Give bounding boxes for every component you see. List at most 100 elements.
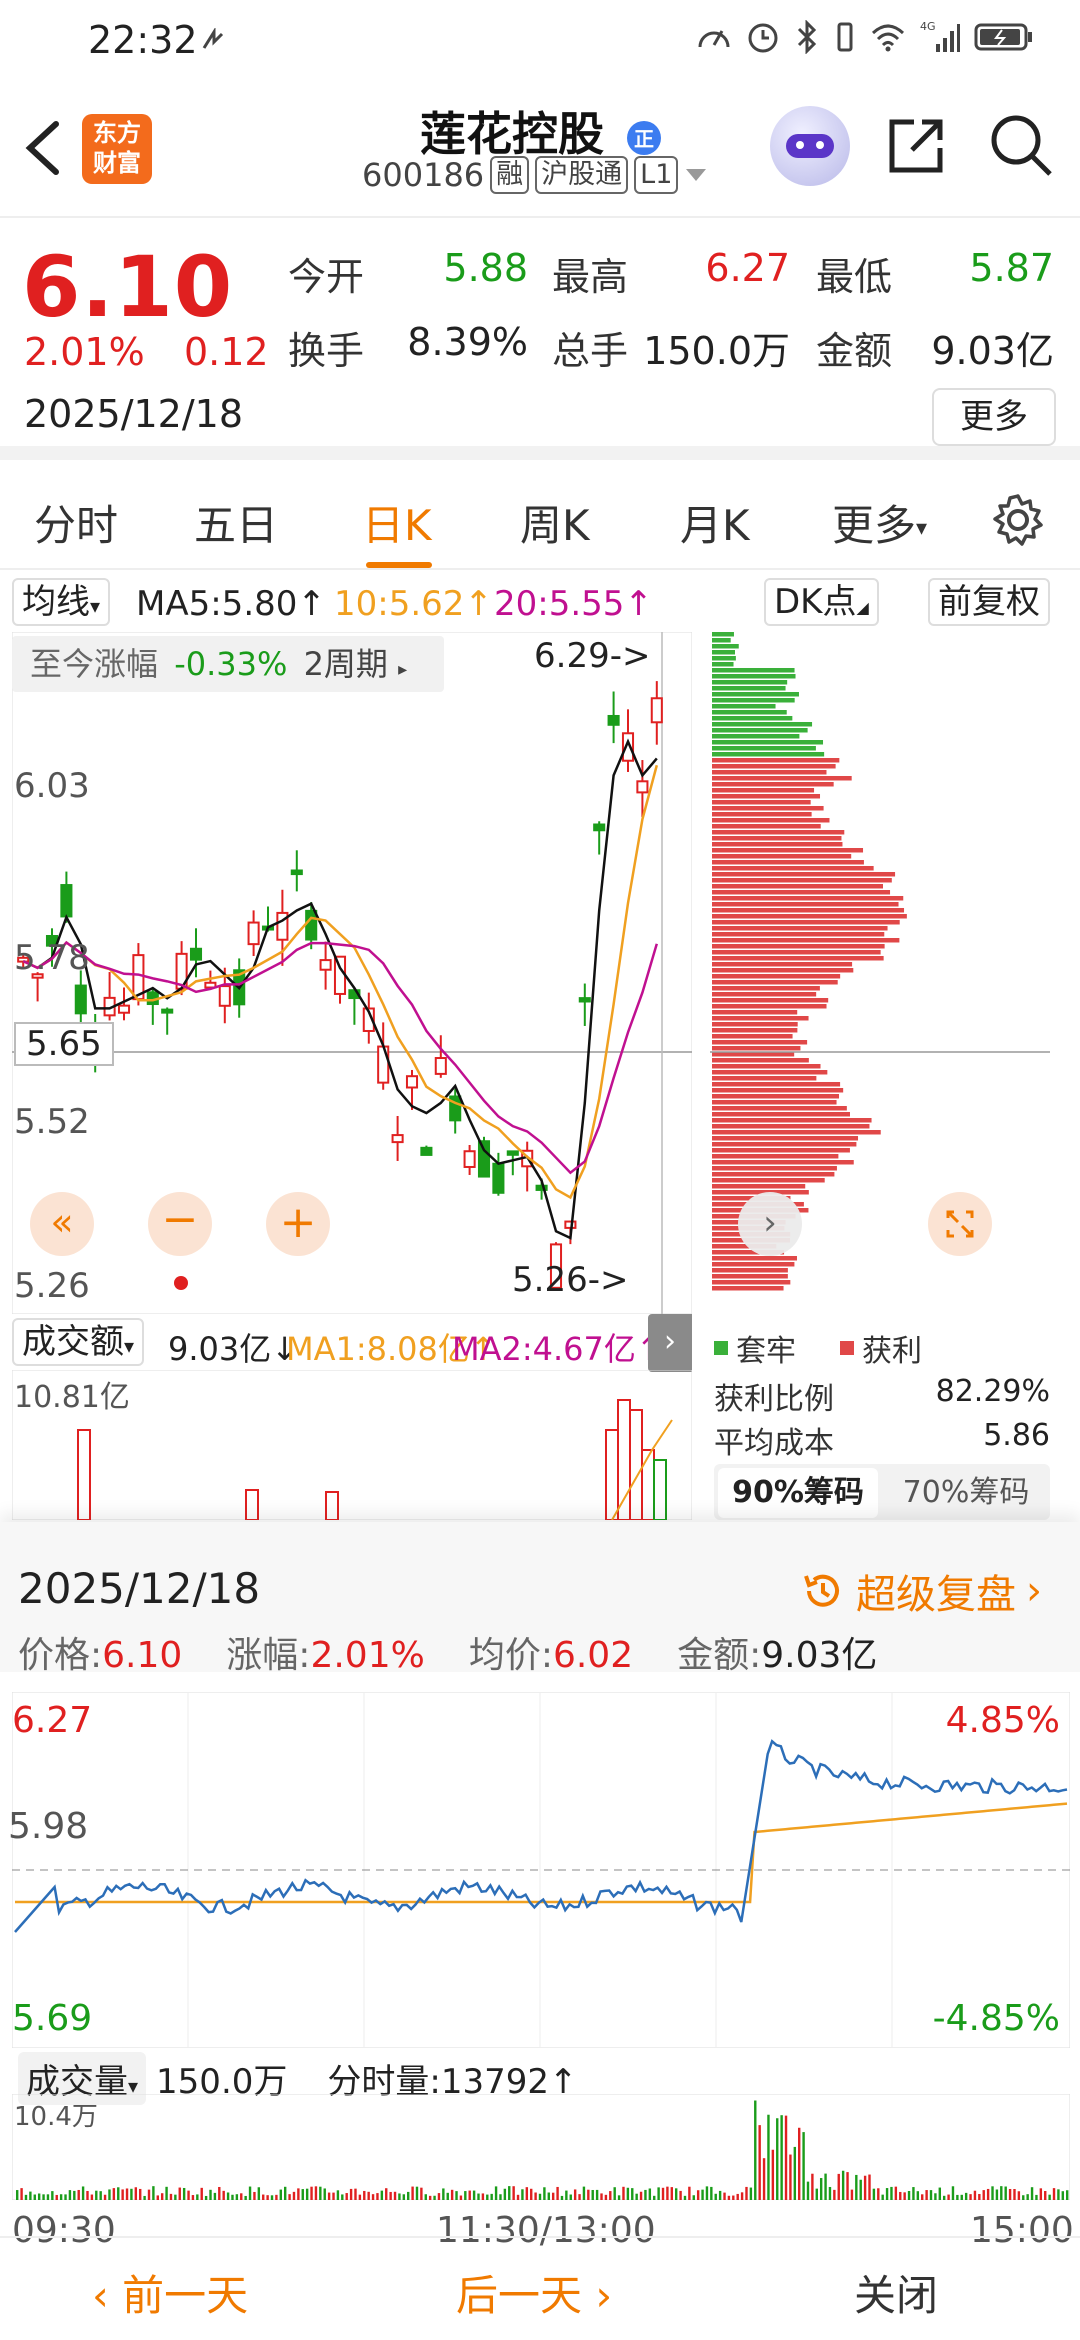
scroll-left-button[interactable]: «: [30, 1192, 94, 1256]
range-change-box[interactable]: 至今涨幅 -0.33% 2周期 ▸: [12, 636, 444, 692]
intraday-volume-bar: [305, 2188, 309, 2200]
chip-bar: [712, 1088, 844, 1093]
share-icon[interactable]: [884, 114, 948, 178]
intraday-volume-frame: [11, 2093, 1071, 2201]
intraday-volume-bar: [670, 2187, 674, 2200]
chip-bar: [712, 950, 881, 955]
adjust-button[interactable]: 前复权: [928, 578, 1050, 626]
chip-tab-90[interactable]: 90%筹码: [718, 1468, 878, 1518]
volume-amount-text: 9.03亿: [168, 1330, 272, 1368]
intraday-volume-bar: [319, 2186, 322, 2200]
intraday-volume-bar: [1008, 2188, 1012, 2200]
legend-profit-text: 获利: [862, 1334, 922, 1369]
intraday-volume-bar: [771, 2149, 775, 2200]
intraday-volume-bar: [837, 2173, 840, 2200]
y-label-5-26: 5.26: [14, 1266, 90, 1306]
intraday-pct-low-label: -4.85%: [932, 1998, 1060, 2039]
ma-selector[interactable]: 均线▾: [12, 578, 111, 626]
tab-weekly-k[interactable]: 周K: [520, 492, 590, 553]
candle-body: [391, 1134, 404, 1144]
tab-five-day[interactable]: 五日: [194, 492, 278, 553]
intraday-volume-bar: [468, 2190, 471, 2200]
intraday-volume-bar: [885, 2188, 889, 2200]
chip-bar: [712, 866, 874, 871]
tab-monthly-k[interactable]: 月K: [680, 492, 750, 553]
chip-bar: [712, 800, 811, 805]
intraday-volume-bar: [152, 2186, 155, 2200]
chip-bar: [712, 632, 734, 637]
close-button[interactable]: 关闭: [854, 2262, 938, 2323]
volume-bar: [629, 1409, 643, 1520]
zoom-out-button[interactable]: −: [148, 1192, 212, 1256]
intraday-volume-bar: [407, 2191, 410, 2200]
prev-day-button[interactable]: ‹ 前一天: [92, 2262, 248, 2323]
back-icon[interactable]: [20, 118, 64, 178]
intraday-volume-bar: [776, 2118, 779, 2200]
more-button[interactable]: 更多: [932, 388, 1056, 446]
chip-bar: [712, 1022, 798, 1027]
legend-trapped-text: 套牢: [736, 1334, 796, 1369]
chip-tab-70[interactable]: 70%筹码: [886, 1468, 1046, 1518]
intraday-volume-bar: [780, 2115, 783, 2200]
tab-more-arrow-icon: ▾: [916, 516, 928, 541]
intraday-volume-bar: [903, 2192, 906, 2200]
chip-bar: [712, 1124, 870, 1129]
intraday-volume-bar: [907, 2190, 911, 2200]
chip-bar: [712, 914, 907, 919]
intraday-volume-bar: [973, 2190, 977, 2200]
chip-bar: [712, 818, 830, 823]
expand-panel-arrow[interactable]: ›: [648, 1314, 692, 1372]
intraday-volume-bar: [710, 2186, 713, 2200]
intraday-volume-bar: [991, 2186, 994, 2200]
next-day-button[interactable]: 后一天 ›: [456, 2262, 612, 2323]
intraday-volume-bar: [332, 2192, 335, 2200]
intraday-chart[interactable]: 6.27 5.98 5.69 4.85% -4.85%: [8, 1691, 1071, 2049]
title-bar: 东方 财富 莲花控股 正 600186 融 沪股通 L1: [0, 84, 1080, 218]
super-review-link[interactable]: 超级复盘 ›: [800, 1562, 1042, 1620]
low-label: 最低: [816, 255, 893, 299]
chip-bar: [712, 788, 815, 793]
next-day-label: 后一天: [456, 2271, 583, 2320]
chip-bar: [712, 974, 841, 979]
tab-more[interactable]: 更多▾: [832, 492, 927, 553]
expand-icon[interactable]: [928, 1192, 992, 1256]
settings-gear-icon[interactable]: [990, 492, 1046, 548]
chip-bar: [712, 770, 827, 775]
chip-next-button[interactable]: ›: [738, 1192, 802, 1256]
chip-bar: [712, 794, 821, 799]
intraday-volume-bar: [112, 2188, 116, 2200]
tab-intraday[interactable]: 分时: [34, 492, 118, 553]
dk-point-button[interactable]: DK点◢: [764, 578, 879, 626]
volume-bar: [77, 1429, 91, 1520]
intraday-volume-bar: [29, 2191, 32, 2200]
intraday-volume-bar: [762, 2158, 766, 2200]
candle-body: [319, 959, 332, 971]
chevron-down-icon: [686, 169, 707, 181]
intraday-volume-bar: [828, 2186, 832, 2200]
volume-selector[interactable]: 成交额▾: [12, 1318, 145, 1366]
intraday-volume-top-label: 10.4万: [14, 2102, 98, 2132]
ai-assistant-avatar[interactable]: [770, 106, 850, 186]
intraday-volume-bar: [855, 2174, 858, 2200]
profit-ratio-label: 获利比例: [714, 1382, 834, 1417]
search-icon[interactable]: [988, 112, 1054, 178]
intraday-volume-bar: [420, 2187, 423, 2200]
intraday-volume-bar: [573, 2189, 577, 2200]
turnover-value: 8.39%: [407, 320, 528, 364]
chip-bar: [712, 698, 795, 703]
intraday-volume-bar: [147, 2189, 151, 2200]
intraday-volume-bar: [117, 2187, 120, 2200]
stock-subtitle[interactable]: 600186 融 沪股通 L1: [362, 156, 708, 194]
tab-daily-k[interactable]: 日K: [362, 492, 432, 553]
logo-text-bottom: 财富: [93, 149, 141, 177]
stock-code: 600186: [362, 156, 485, 194]
zoom-in-button[interactable]: +: [266, 1192, 330, 1256]
intraday-volume-bar: [846, 2172, 849, 2200]
intraday-volume-bar: [740, 2192, 744, 2200]
intraday-volume-bar: [784, 2115, 788, 2200]
intraday-volume-bar: [345, 2193, 348, 2200]
kline-chart[interactable]: 至今涨幅 -0.33% 2周期 ▸ 6.29-> 5.26-> 6.03 5.7…: [11, 631, 693, 1315]
status-icons: 4G: [696, 20, 1034, 54]
intraday-volume-bar: [525, 2187, 529, 2200]
chip-bar: [712, 650, 735, 655]
